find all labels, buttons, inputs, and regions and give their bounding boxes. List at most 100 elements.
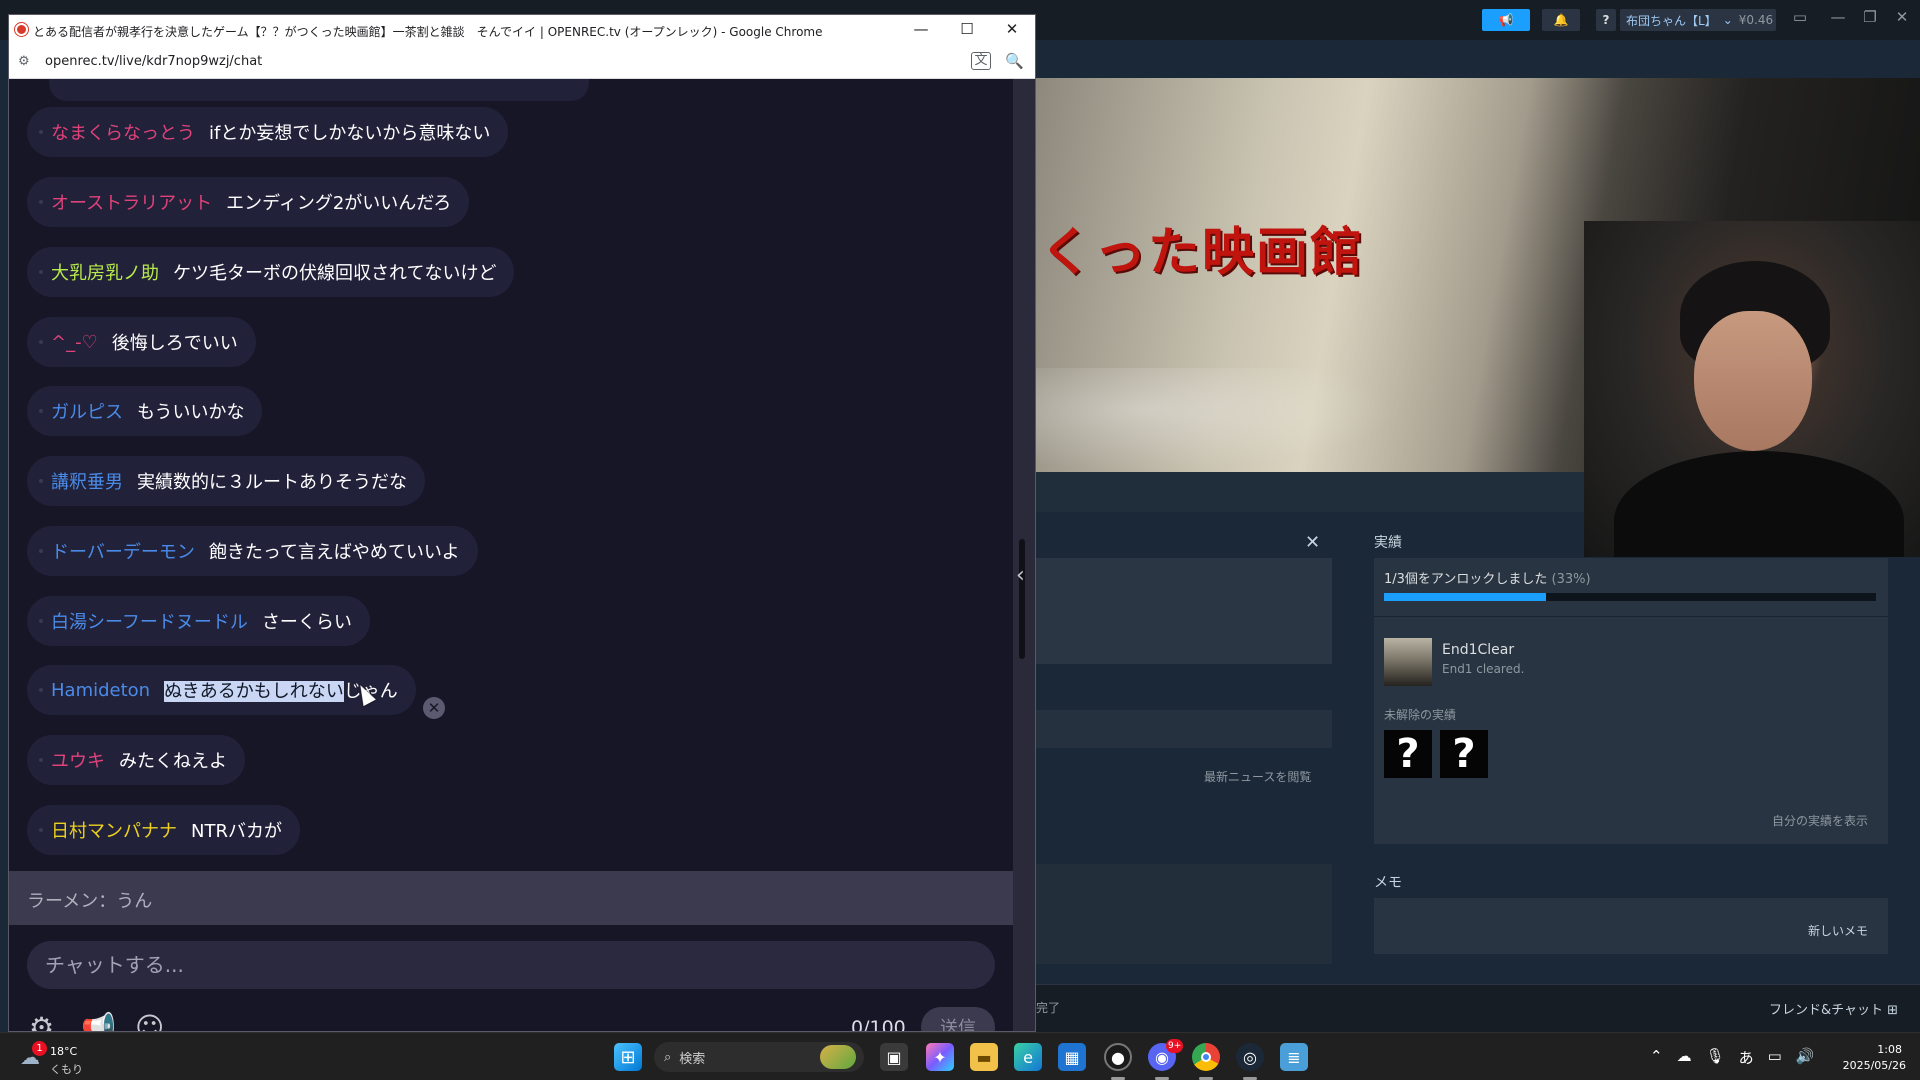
notification-badge: 1 — [32, 1041, 47, 1056]
close-icon[interactable]: ✕ — [1305, 532, 1320, 553]
maximize-icon[interactable]: ☐ — [952, 20, 982, 38]
notifications-button[interactable]: 🔔 — [1542, 9, 1580, 31]
clock-date[interactable]: 2025/05/26 — [1836, 1059, 1906, 1072]
translate-icon[interactable]: 文 — [971, 52, 991, 70]
show-my-achievements-link[interactable]: 自分の実績を表示 — [1772, 812, 1868, 829]
achievement-thumbnail[interactable] — [1384, 638, 1432, 686]
url-text[interactable]: openrec.tv/live/kdr7nop9wzj/chat — [45, 54, 262, 69]
chat-message[interactable]: 講釈垂男 実績数的に３ルートありそうだな — [27, 456, 425, 506]
ime-indicator[interactable]: あ — [1739, 1047, 1754, 1068]
delete-message-icon[interactable]: ✕ — [423, 697, 445, 719]
add-friend-icon: ⊞ — [1887, 1003, 1898, 1018]
onedrive-icon[interactable]: ☁ — [1677, 1047, 1692, 1068]
microsoft-store-icon[interactable]: ▦ — [1058, 1043, 1086, 1071]
chrome-window: とある配信者が親孝行を決意したゲーム【？？がつくった映画館】一茶割と雑談 そんで… — [8, 14, 1036, 1032]
megaphone-icon[interactable]: 📢 — [81, 1011, 116, 1031]
divider — [1374, 616, 1888, 617]
chat-username[interactable]: ^_-♡ — [51, 332, 98, 353]
minimize-icon[interactable]: — — [1826, 8, 1850, 26]
download-status[interactable]: 完了 — [1036, 999, 1060, 1016]
chat-username[interactable]: 大乳房乳ノ助 — [51, 259, 159, 285]
friends-chat-button[interactable]: フレンド&チャット ⊞ — [1769, 999, 1898, 1018]
close-icon[interactable]: ✕ — [997, 20, 1027, 38]
edge-browser-icon[interactable]: e — [1014, 1043, 1042, 1071]
webcam-person-body — [1614, 451, 1904, 557]
chevron-up-icon[interactable]: ⌃ — [1650, 1047, 1663, 1068]
clock-time[interactable]: 1:08 — [1876, 1043, 1902, 1056]
chat-message[interactable]: ユウキ みたくねえよ — [27, 735, 245, 785]
chat-username[interactable]: ガルピス — [51, 398, 123, 424]
chat-message[interactable]: オーストラリアット エンディング2がいいんだろ — [27, 177, 470, 227]
copilot-icon[interactable]: ✦ — [926, 1043, 954, 1071]
big-picture-icon[interactable]: ▭ — [1788, 8, 1812, 26]
locked-achievement-icon[interactable]: ? — [1384, 730, 1432, 778]
chat-scrollbar[interactable] — [1013, 79, 1035, 1031]
chat-username[interactable]: ユウキ — [51, 747, 105, 773]
windows-start-icon[interactable]: ⊞ — [614, 1043, 642, 1071]
zoom-icon[interactable]: 🔍 — [1005, 52, 1024, 70]
emoji-icon[interactable]: ☺ — [135, 1011, 164, 1031]
achievement-progress-label: 1/3個をアンロックしました — [1384, 572, 1548, 587]
character-count: 0/100 — [851, 1017, 906, 1032]
achievement-progress-fill — [1384, 593, 1547, 601]
weather-widget[interactable]: ☁ 1 18°C くもり — [16, 1041, 96, 1076]
chat-text: NTRバカが — [191, 821, 282, 842]
chat-message[interactable]: ドーバーデーモン 飽きたって言えばやめていいよ — [27, 526, 478, 576]
chat-username[interactable]: 白湯シーフードヌードル — [51, 608, 248, 634]
gear-icon[interactable]: ⚙ — [29, 1011, 54, 1031]
help-button[interactable]: ? — [1596, 9, 1616, 31]
steam-icon[interactable]: ◎ — [1236, 1043, 1264, 1071]
chat-username[interactable]: 日村マンパナナ — [51, 817, 177, 843]
chat-composer: ⚙ 📢 ☺ 0/100 送信 — [9, 925, 1013, 1032]
selected-text: ぬきあるかもしれない — [164, 681, 344, 702]
chat-username[interactable]: なまくらなっとう — [51, 119, 195, 145]
file-explorer-icon[interactable]: ▬ — [970, 1043, 998, 1071]
restore-icon[interactable]: ❐ — [1858, 8, 1882, 26]
chat-username[interactable]: 講釈垂男 — [51, 468, 123, 494]
chat-text: ケツ毛ターボの伏線回収されてないけど — [173, 263, 497, 284]
chat-username[interactable]: ドーバーデーモン — [51, 538, 195, 564]
close-icon[interactable]: ✕ — [1890, 8, 1914, 26]
wallet-balance: ¥0.46 — [1738, 13, 1774, 27]
announcement-button[interactable]: 📢 — [1482, 9, 1530, 31]
send-button[interactable]: 送信 — [921, 1007, 995, 1031]
chat-username[interactable]: Hamideton — [51, 680, 150, 701]
search-icon: ⌕ — [664, 1049, 672, 1065]
new-memo-button[interactable]: 新しいメモ — [1808, 922, 1868, 939]
discord-badge: 9+ — [1166, 1039, 1184, 1053]
chat-input[interactable] — [27, 941, 995, 989]
chat-username[interactable]: オーストラリアット — [51, 189, 212, 215]
task-view-icon[interactable]: ▣ — [880, 1043, 908, 1071]
achievements-panel: 1/3個をアンロックしました (33%) End1Clear End1 clea… — [1374, 558, 1888, 844]
locked-achievement-icon[interactable]: ? — [1440, 730, 1488, 778]
volume-icon[interactable]: 🔊 — [1796, 1047, 1815, 1068]
activity-panel — [1036, 864, 1332, 964]
obs-studio-icon[interactable]: ● — [1104, 1043, 1132, 1071]
news-panel — [1036, 558, 1332, 664]
chat-message[interactable]: 日村マンパナナ NTRバカが — [27, 805, 300, 855]
chrome-titlebar[interactable]: とある配信者が親孝行を決意したゲーム【？？がつくった映画館】一茶割と雑談 そんで… — [9, 15, 1035, 45]
chat-scrollbar-thumb[interactable] — [1019, 539, 1025, 659]
address-bar[interactable]: ⚙ openrec.tv/live/kdr7nop9wzj/chat 文 🔍 — [9, 45, 1035, 79]
microphone-icon[interactable]: 🎙 — [1706, 1047, 1725, 1068]
megaphone-icon: 📢 — [1498, 13, 1514, 27]
site-settings-icon[interactable]: ⚙ — [18, 54, 30, 69]
taskbar-search[interactable]: ⌕ 検索 — [654, 1042, 864, 1072]
account-name: 布団ちゃん【L】 — [1626, 13, 1717, 28]
friends-chat-label: フレンド&チャット — [1768, 1003, 1883, 1018]
notepad-icon[interactable]: ≣ — [1280, 1043, 1308, 1071]
account-menu[interactable]: 布団ちゃん【L】 ⌄ ¥0.46 — [1620, 9, 1776, 31]
chevron-left-icon[interactable]: ‹ — [1016, 563, 1025, 588]
minimize-icon[interactable]: — — [906, 20, 936, 38]
network-icon[interactable]: ▭ — [1768, 1047, 1782, 1068]
chat-message[interactable]: 白湯シーフードヌードル さーくらい — [27, 596, 370, 646]
latest-news-link[interactable]: 最新ニュースを閲覧 — [1204, 768, 1311, 785]
chat-message[interactable]: ガルピス もういいかな — [27, 386, 263, 436]
search-highlight-icon — [820, 1045, 856, 1069]
chat-message[interactable]: ^_-♡ 後悔しろでいい — [27, 317, 256, 367]
chat-text: 後悔しろでいい — [111, 333, 238, 354]
chat-message-list[interactable]: なまくらなっとう ifとか妄想でしかないから意味ない オーストラリアット エンデ… — [9, 79, 1013, 871]
search-label: 検索 — [679, 1051, 706, 1067]
chat-message[interactable]: なまくらなっとう ifとか妄想でしかないから意味ない — [27, 107, 509, 157]
chat-message[interactable]: 大乳房乳ノ助 ケツ毛ターボの伏線回収されてないけど — [27, 247, 515, 297]
